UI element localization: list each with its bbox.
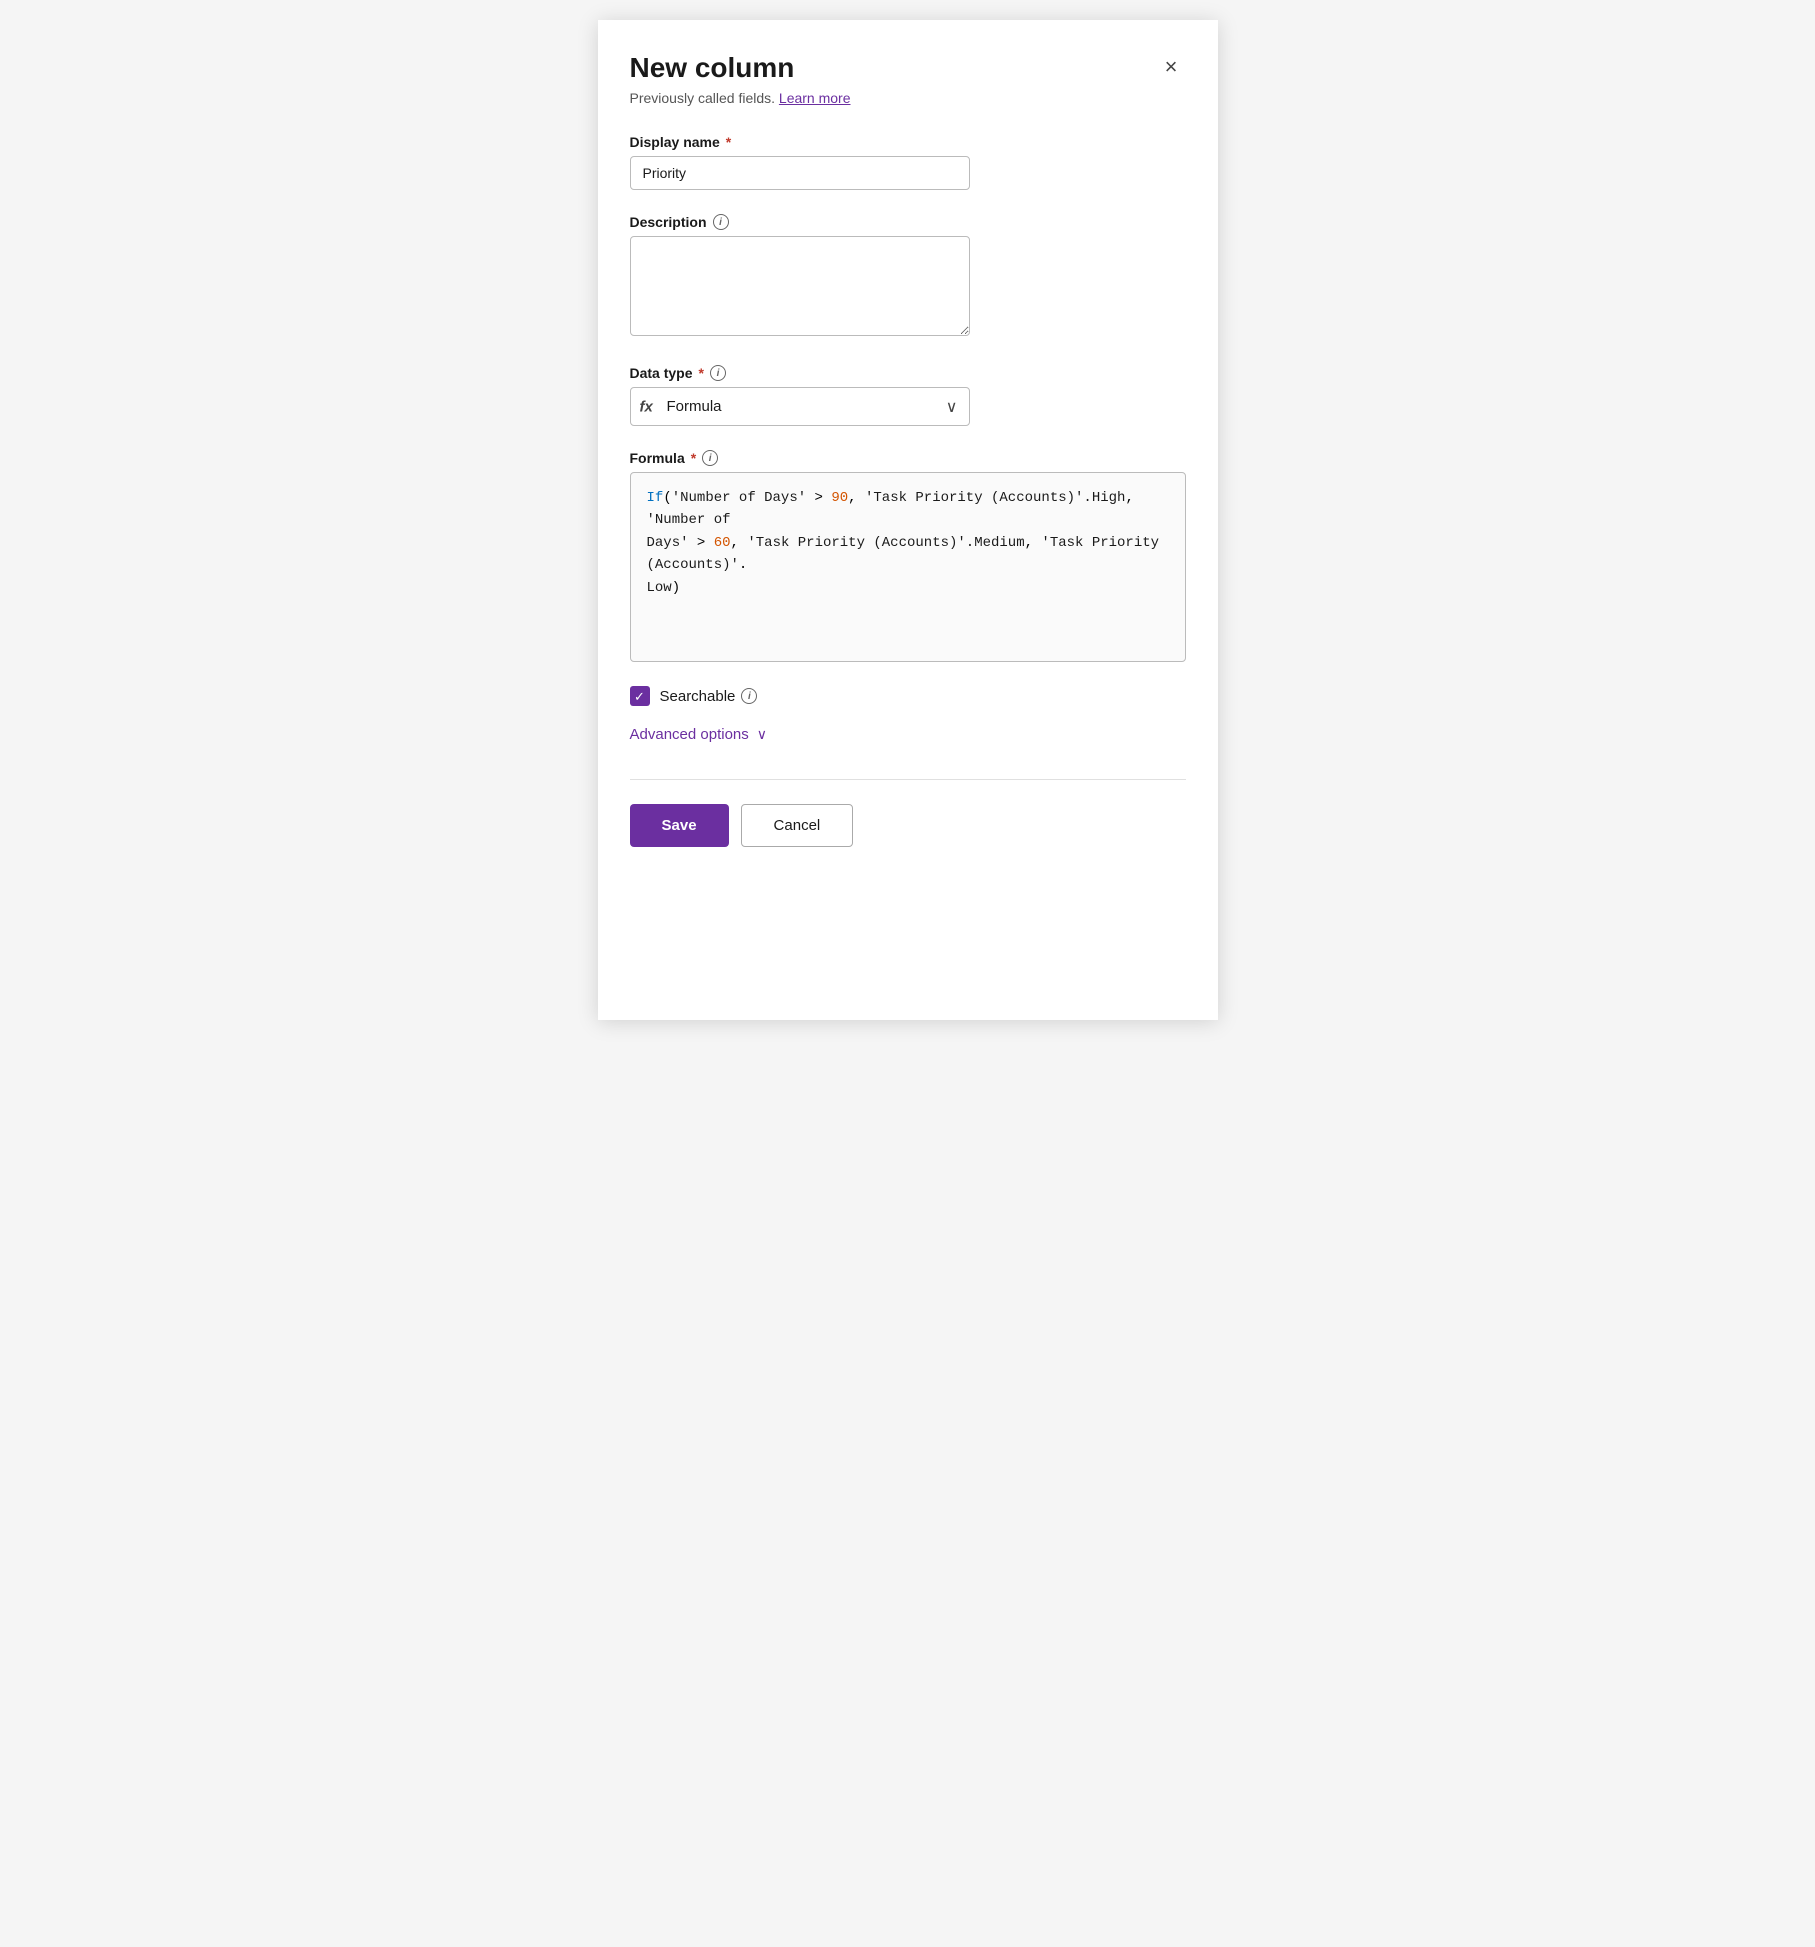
panel-subtitle: Previously called fields. Learn more	[630, 90, 1186, 106]
searchable-label: Searchable i	[660, 688, 758, 705]
data-type-select[interactable]: Formula Text Number Date and time Lookup	[630, 387, 970, 426]
description-label: Description i	[630, 214, 1186, 230]
formula-group: Formula * i If('Number of Days' > 90, 'T…	[630, 450, 1186, 662]
display-name-required: *	[726, 134, 731, 150]
advanced-options-row[interactable]: Advanced options ∨	[630, 726, 1186, 743]
cancel-button[interactable]: Cancel	[741, 804, 854, 847]
data-type-required: *	[699, 365, 704, 381]
subtitle-text: Previously called fields.	[630, 90, 776, 106]
formula-input[interactable]: If('Number of Days' > 90, 'Task Priority…	[630, 472, 1186, 662]
data-type-select-wrapper: fx Formula Text Number Date and time Loo…	[630, 387, 970, 426]
learn-more-link[interactable]: Learn more	[779, 90, 851, 106]
formula-info-icon: i	[702, 450, 718, 466]
description-group: Description i	[630, 214, 1186, 341]
display-name-label: Display name *	[630, 134, 1186, 150]
description-info-icon: i	[713, 214, 729, 230]
button-row: Save Cancel	[630, 804, 1186, 847]
data-type-info-icon: i	[710, 365, 726, 381]
checkmark-icon: ✓	[634, 690, 645, 703]
new-column-panel: New column × Previously called fields. L…	[598, 20, 1218, 1020]
advanced-options-chevron-icon: ∨	[757, 726, 767, 743]
searchable-row: ✓ Searchable i	[630, 686, 1186, 706]
data-type-group: Data type * i fx Formula Text Number Dat…	[630, 365, 1186, 426]
save-button[interactable]: Save	[630, 804, 729, 847]
panel-header: New column ×	[630, 52, 1186, 84]
close-button[interactable]: ×	[1157, 52, 1186, 82]
display-name-group: Display name *	[630, 134, 1186, 190]
panel-title: New column	[630, 52, 795, 84]
footer-divider	[630, 779, 1186, 780]
description-input[interactable]	[630, 236, 970, 336]
advanced-options-label: Advanced options	[630, 726, 749, 743]
formula-required: *	[691, 450, 696, 466]
data-type-label: Data type * i	[630, 365, 1186, 381]
formula-label: Formula * i	[630, 450, 1186, 466]
display-name-input[interactable]	[630, 156, 970, 190]
searchable-checkbox[interactable]: ✓	[630, 686, 650, 706]
searchable-info-icon: i	[741, 688, 757, 704]
